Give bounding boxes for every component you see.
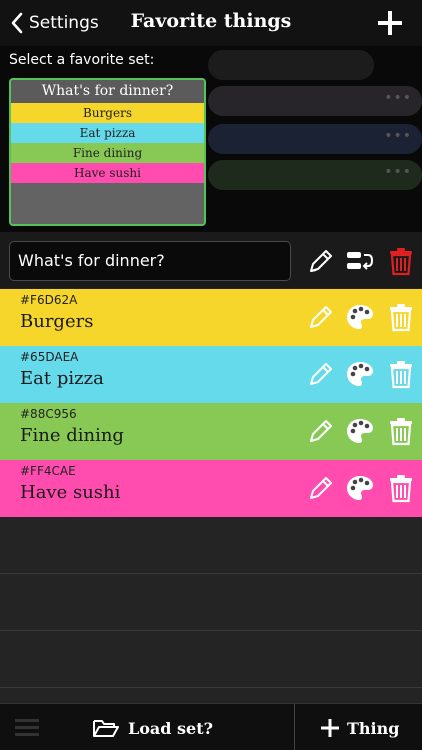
bottom-toolbar: Load set? Thing (0, 703, 422, 750)
empty-row (0, 517, 422, 574)
back-label: Settings (29, 13, 99, 33)
thing-row[interactable]: #F6D62A Burgers (0, 289, 422, 346)
set-tile-item: Eat pizza (11, 123, 204, 143)
set-tile-item: Fine dining (11, 143, 204, 163)
thing-hex: #88C956 (20, 407, 77, 421)
thing-row[interactable]: #88C956 Fine dining (0, 403, 422, 460)
set-row-ghost[interactable]: ••• (208, 124, 422, 154)
empty-row (0, 574, 422, 631)
palette-icon[interactable] (345, 416, 375, 446)
load-set-label: Load set? (128, 718, 213, 738)
set-row-ghost[interactable]: ••• (208, 86, 422, 116)
load-set-button[interactable]: Load set? (92, 714, 213, 742)
thing-hex: #65DAEA (20, 350, 79, 364)
palette-icon[interactable] (345, 359, 375, 389)
back-button[interactable]: Settings (10, 9, 99, 37)
trash-icon[interactable] (386, 359, 416, 389)
reorder-icon[interactable] (345, 246, 375, 276)
trash-icon[interactable] (386, 473, 416, 503)
trash-icon[interactable] (386, 246, 416, 276)
set-tile-item: Burgers (11, 103, 204, 123)
thing-hex: #F6D62A (20, 293, 78, 307)
set-row-ghost[interactable]: ••• (208, 160, 422, 190)
more-icon: ••• (384, 164, 412, 180)
folder-open-icon (93, 720, 119, 737)
plus-icon (321, 719, 339, 737)
pencil-icon[interactable] (306, 473, 336, 503)
trash-icon[interactable] (386, 302, 416, 332)
things-list: #F6D62A Burgers #65DAEA Eat pizza #88C95… (0, 289, 422, 517)
set-tile-item: Have sushi (11, 163, 204, 183)
set-name-row: What's for dinner? (0, 232, 422, 288)
pencil-icon[interactable] (306, 416, 336, 446)
toolbar-divider (294, 704, 295, 750)
palette-icon[interactable] (345, 302, 375, 332)
thing-name: Have sushi (20, 482, 121, 503)
set-tile-title: What's for dinner? (11, 80, 204, 103)
set-picker: Select a favorite set: ••• ••• ••• What'… (0, 46, 422, 232)
palette-icon[interactable] (345, 473, 375, 503)
more-icon: ••• (384, 128, 412, 144)
pencil-icon[interactable] (306, 359, 336, 389)
set-tile-selected[interactable]: What's for dinner? Burgers Eat pizza Fin… (9, 78, 206, 226)
thing-name: Fine dining (20, 425, 124, 446)
plus-icon[interactable] (376, 9, 404, 37)
set-name-field[interactable]: What's for dinner? (9, 241, 291, 281)
empty-row (0, 631, 422, 688)
nav-bar: Settings Favorite things (0, 0, 422, 46)
thing-row[interactable]: #65DAEA Eat pizza (0, 346, 422, 403)
thing-name: Eat pizza (20, 368, 104, 389)
trash-icon[interactable] (386, 416, 416, 446)
set-row-ghost[interactable] (208, 50, 374, 80)
menu-icon[interactable] (14, 716, 40, 738)
thing-hex: #FF4CAE (20, 464, 76, 478)
pencil-icon[interactable] (306, 246, 336, 276)
thing-row[interactable]: #FF4CAE Have sushi (0, 460, 422, 517)
add-thing-button[interactable]: Thing (320, 714, 399, 742)
empty-rows (0, 517, 422, 688)
chevron-left-icon (11, 12, 23, 34)
picker-label: Select a favorite set: (9, 52, 155, 68)
add-thing-label: Thing (347, 718, 400, 738)
pencil-icon[interactable] (306, 302, 336, 332)
thing-name: Burgers (20, 311, 94, 332)
more-icon: ••• (384, 90, 412, 106)
